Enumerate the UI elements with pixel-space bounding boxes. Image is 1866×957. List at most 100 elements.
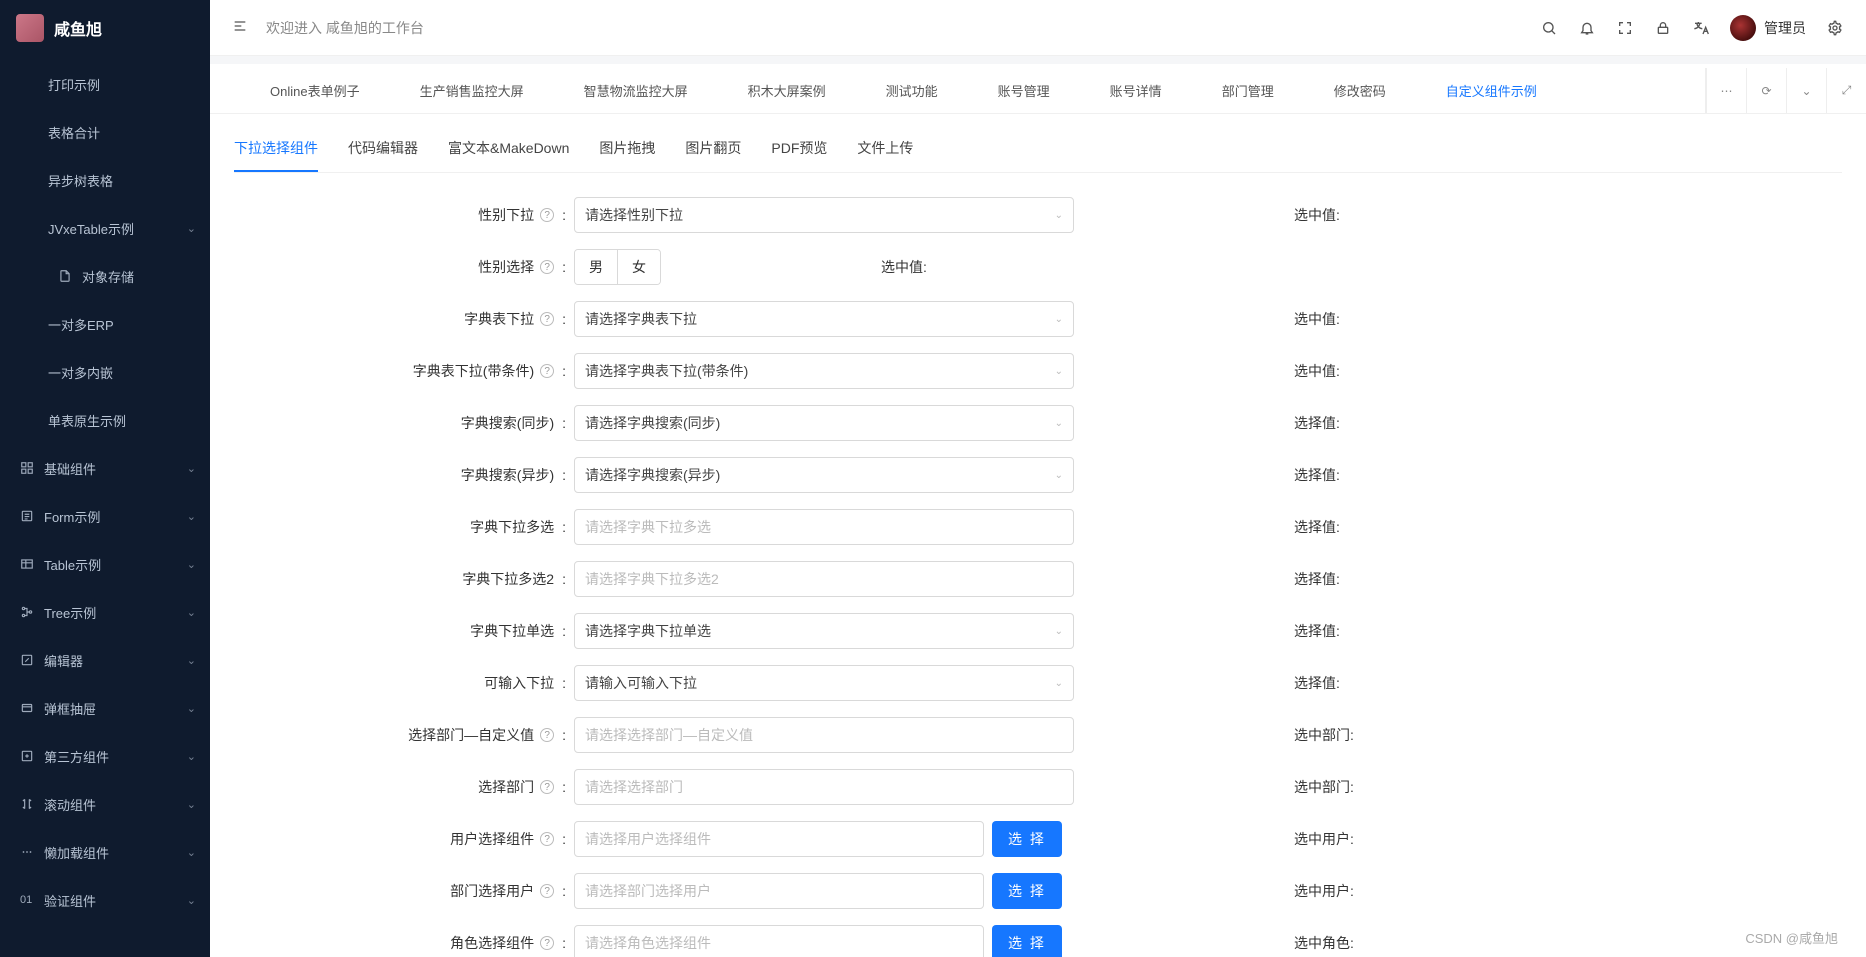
sidebar-item-1[interactable]: 表格合计 <box>0 108 210 156</box>
menu-collapse-icon[interactable] <box>232 18 250 37</box>
select-input[interactable]: 请选择字典表下拉⌄ <box>574 301 1074 337</box>
page-tab-2[interactable]: 智慧物流监控大屏 <box>554 68 718 113</box>
page-tabs: Online表单例子生产销售监控大屏智慧物流监控大屏积木大屏案例测试功能账号管理… <box>210 68 1866 114</box>
page-tab-5[interactable]: 账号管理 <box>968 68 1080 113</box>
language-icon[interactable] <box>1692 19 1710 37</box>
form-value-label: 选中角色: <box>1294 933 1354 953</box>
select-button[interactable]: 选 择 <box>992 873 1062 909</box>
select-button[interactable]: 选 择 <box>992 925 1062 957</box>
sidebar-item-12[interactable]: 编辑器⌄ <box>0 636 210 684</box>
subtab-5[interactable]: PDF预览 <box>771 130 827 172</box>
radio-option[interactable]: 男 <box>575 250 618 284</box>
page-tab-0[interactable]: Online表单例子 <box>240 68 390 113</box>
sidebar-item-11[interactable]: Tree示例⌄ <box>0 588 210 636</box>
subtab-0[interactable]: 下拉选择组件 <box>234 130 318 172</box>
help-icon[interactable]: ? <box>540 364 554 378</box>
tabs-refresh-icon[interactable]: ⟳ <box>1746 68 1786 113</box>
text-input[interactable]: 请选择角色选择组件 <box>574 925 984 957</box>
sidebar-item-8[interactable]: 基础组件⌄ <box>0 444 210 492</box>
form-icon <box>20 508 34 524</box>
text-input[interactable]: 请选择部门选择用户 <box>574 873 984 909</box>
form-control: 请选择字典搜索(异步)⌄ <box>574 457 1074 493</box>
bell-icon[interactable] <box>1578 19 1596 37</box>
form-control: 请输入可输入下拉⌄ <box>574 665 1074 701</box>
form-row-5: 字典搜索(异步):请选择字典搜索(异步)⌄选择值: <box>234 457 1842 493</box>
chevron-down-icon: ⌄ <box>187 702 196 715</box>
sidebar-item-10[interactable]: Table示例⌄ <box>0 540 210 588</box>
plus-icon <box>20 748 34 764</box>
sidebar-item-17[interactable]: 01验证组件⌄ <box>0 876 210 924</box>
help-icon[interactable]: ? <box>540 780 554 794</box>
form-control: 请选择部门选择用户选 择 <box>574 873 1074 909</box>
select-input[interactable]: 请选择字典下拉单选⌄ <box>574 613 1074 649</box>
form-value-label: 选中用户: <box>1294 881 1354 901</box>
sidebar-item-label: 懒加载组件 <box>44 843 109 862</box>
help-icon[interactable]: ? <box>540 208 554 222</box>
tabs-chevron-down-icon[interactable]: ⌄ <box>1786 68 1826 113</box>
help-icon[interactable]: ? <box>540 260 554 274</box>
page-tab-7[interactable]: 部门管理 <box>1192 68 1304 113</box>
chevron-down-icon: ⌄ <box>187 894 196 907</box>
select-input[interactable]: 请选择字典搜索(异步)⌄ <box>574 457 1074 493</box>
sidebar-item-label: 滚动组件 <box>44 795 96 814</box>
fullscreen-icon[interactable] <box>1616 19 1634 37</box>
sidebar-item-5[interactable]: 一对多ERP <box>0 300 210 348</box>
help-icon[interactable]: ? <box>540 884 554 898</box>
sidebar-item-9[interactable]: Form示例⌄ <box>0 492 210 540</box>
text-input[interactable]: 请选择字典下拉多选2 <box>574 561 1074 597</box>
sidebar-item-6[interactable]: 一对多内嵌 <box>0 348 210 396</box>
chevron-down-icon: ⌄ <box>1055 366 1063 377</box>
subtab-4[interactable]: 图片翻页 <box>685 130 741 172</box>
help-icon[interactable]: ? <box>540 936 554 950</box>
select-input[interactable]: 请选择性别下拉⌄ <box>574 197 1074 233</box>
page-tab-4[interactable]: 测试功能 <box>856 68 968 113</box>
subtab-2[interactable]: 富文本&MakeDown <box>448 130 569 172</box>
form-label: 字典表下拉?: <box>234 309 574 329</box>
select-input[interactable]: 请选择字典表下拉(带条件)⌄ <box>574 353 1074 389</box>
form-control: 请选择选择部门 <box>574 769 1074 805</box>
subtab-6[interactable]: 文件上传 <box>857 130 913 172</box>
help-icon[interactable]: ? <box>540 832 554 846</box>
sidebar-item-7[interactable]: 单表原生示例 <box>0 396 210 444</box>
chevron-down-icon: ⌄ <box>187 462 196 475</box>
page-tab-8[interactable]: 修改密码 <box>1304 68 1416 113</box>
sidebar: 咸鱼旭 打印示例表格合计异步树表格JVxeTable示例⌄对象存储一对多ERP一… <box>0 0 210 957</box>
tabs-expand-icon[interactable]: ⤢ <box>1826 68 1866 113</box>
tabs-more-icon[interactable]: ⋯ <box>1706 68 1746 113</box>
form-value-label: 选中值: <box>1294 361 1340 381</box>
search-icon[interactable] <box>1540 19 1558 37</box>
sidebar-item-3[interactable]: JVxeTable示例⌄ <box>0 204 210 252</box>
text-input[interactable]: 请选择选择部门 <box>574 769 1074 805</box>
sidebar-item-label: 一对多ERP <box>48 315 114 334</box>
sidebar-item-4[interactable]: 对象存储 <box>0 252 210 300</box>
help-icon[interactable]: ? <box>540 728 554 742</box>
settings-icon[interactable] <box>1826 19 1844 37</box>
radio-option[interactable]: 女 <box>618 250 660 284</box>
sidebar-item-label: JVxeTable示例 <box>48 219 134 238</box>
sidebar-item-13[interactable]: 弹框抽屉⌄ <box>0 684 210 732</box>
sidebar-item-16[interactable]: 懒加载组件⌄ <box>0 828 210 876</box>
page-tab-6[interactable]: 账号详情 <box>1080 68 1192 113</box>
select-input[interactable]: 请选择字典搜索(同步)⌄ <box>574 405 1074 441</box>
help-icon[interactable]: ? <box>540 312 554 326</box>
page-tab-1[interactable]: 生产销售监控大屏 <box>390 68 554 113</box>
select-button[interactable]: 选 择 <box>992 821 1062 857</box>
lock-icon[interactable] <box>1654 19 1672 37</box>
subtab-1[interactable]: 代码编辑器 <box>348 130 418 172</box>
sidebar-item-15[interactable]: 滚动组件⌄ <box>0 780 210 828</box>
form-row-3: 字典表下拉(带条件)?:请选择字典表下拉(带条件)⌄选中值: <box>234 353 1842 389</box>
page-tab-3[interactable]: 积木大屏案例 <box>718 68 856 113</box>
text-input[interactable]: 请选择用户选择组件 <box>574 821 984 857</box>
sidebar-item-14[interactable]: 第三方组件⌄ <box>0 732 210 780</box>
subtab-3[interactable]: 图片拖拽 <box>599 130 655 172</box>
form-control: 请选择字典下拉多选 <box>574 509 1074 545</box>
text-input[interactable]: 请选择字典下拉多选 <box>574 509 1074 545</box>
user-menu[interactable]: 管理员 <box>1730 15 1806 41</box>
page-tab-9[interactable]: 自定义组件示例 <box>1416 68 1567 113</box>
text-input[interactable]: 请选择选择部门—自定义值 <box>574 717 1074 753</box>
form-label: 性别选择?: <box>234 257 574 277</box>
select-input[interactable]: 请输入可输入下拉⌄ <box>574 665 1074 701</box>
sidebar-item-0[interactable]: 打印示例 <box>0 60 210 108</box>
form-control: 请选择选择部门—自定义值 <box>574 717 1074 753</box>
sidebar-item-2[interactable]: 异步树表格 <box>0 156 210 204</box>
